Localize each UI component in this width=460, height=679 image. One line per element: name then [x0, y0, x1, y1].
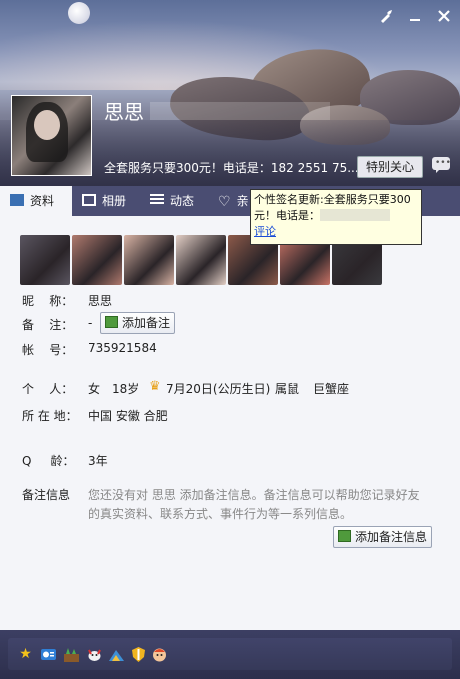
- chat-bubble-icon[interactable]: •••: [430, 154, 452, 176]
- photo-thumbnail[interactable]: [176, 235, 226, 285]
- add-remark-button[interactable]: 添加备注: [100, 312, 176, 334]
- tab-label: 动态: [170, 194, 195, 208]
- special-care-button[interactable]: 特别关心: [357, 156, 423, 178]
- add-note-icon: [105, 316, 118, 328]
- photo-thumbnail[interactable]: [72, 235, 122, 285]
- avatar[interactable]: [11, 95, 92, 176]
- birthday-value: 7月20日(公历生日): [166, 382, 271, 396]
- tab-profile[interactable]: 资料: [0, 186, 72, 216]
- pet-icon[interactable]: [86, 646, 103, 663]
- moon-decoration: [68, 2, 90, 24]
- signature-text[interactable]: 全套服务只要300元！电话是：182 2551 75...: [104, 159, 359, 176]
- game-icon[interactable]: [151, 646, 168, 663]
- zodiac-value: 属鼠: [275, 382, 300, 396]
- photo-album-icon: [82, 194, 96, 206]
- signature-tooltip: 个性签名更新:全套服务只要300 元！电话是： 评论: [250, 189, 422, 245]
- button-label: 添加备注信息: [355, 530, 428, 544]
- photo-thumbnail[interactable]: [124, 235, 174, 285]
- profile-header-background: 思思 全套服务只要300元！电话是：182 2551 75... 特别关心 ••…: [0, 0, 460, 186]
- account-label: 帐 号：: [22, 343, 74, 357]
- crown-icon: ♛: [149, 379, 161, 394]
- tab-album[interactable]: 相册: [72, 186, 140, 216]
- profile-card-icon: [10, 194, 24, 206]
- add-note-icon: [338, 530, 351, 542]
- note-text: 您还没有对 思思 添加备注信息。备注信息可以帮助您记录好友的真实资料、联系方式、…: [88, 488, 420, 521]
- age-value: 18岁: [112, 382, 140, 396]
- remark-value: -: [88, 316, 93, 330]
- brush-icon[interactable]: [377, 8, 395, 26]
- tab-intimacy[interactable]: ♡ 亲: [210, 186, 254, 216]
- qage-label: Q 龄：: [22, 454, 75, 468]
- star-icon[interactable]: ★: [17, 646, 34, 663]
- tooltip-text: 元！电话是：: [254, 209, 320, 222]
- close-icon[interactable]: [435, 8, 453, 26]
- note-label: 备注信息: [22, 488, 71, 502]
- personal-label: 个 人：: [22, 382, 74, 396]
- redacted-area: [320, 209, 390, 221]
- tab-label: 相册: [102, 194, 127, 208]
- comment-link[interactable]: 评论: [254, 225, 276, 238]
- header-nickname: 思思: [104, 100, 144, 124]
- add-note-info-button[interactable]: 添加备注信息: [333, 526, 433, 548]
- nickname-value: 思思: [88, 294, 113, 308]
- minimize-icon[interactable]: [406, 8, 424, 26]
- tooltip-line: 个性签名更新:全套服务只要300: [254, 193, 411, 206]
- location-value: 中国 安徽 合肥: [88, 409, 168, 423]
- ranch-icon[interactable]: [108, 646, 125, 663]
- photo-thumbnail[interactable]: [20, 235, 70, 285]
- button-label: 添加备注: [122, 316, 171, 330]
- feed-list-icon: [150, 194, 164, 206]
- remark-label: 备 注：: [22, 318, 74, 332]
- shield-icon[interactable]: [130, 646, 147, 663]
- gender-value: 女: [88, 382, 101, 396]
- account-value: 735921584: [88, 341, 157, 355]
- qq-mail-icon[interactable]: [40, 646, 57, 663]
- tab-feed[interactable]: 动态: [140, 186, 210, 216]
- tooltip-line: 元！电话是：: [254, 208, 418, 224]
- tab-label: 亲: [236, 194, 249, 208]
- tab-label: 资料: [30, 194, 55, 208]
- farm-icon[interactable]: [63, 646, 80, 663]
- profile-window: 思思 全套服务只要300元！电话是：182 2551 75... 特别关心 ••…: [0, 0, 460, 679]
- heart-icon: ♡: [218, 194, 231, 210]
- constellation-value: 巨蟹座: [313, 382, 350, 396]
- nickname-label: 昵 称：: [22, 294, 74, 308]
- redacted-area: [150, 102, 330, 120]
- qage-value: 3年: [88, 454, 108, 468]
- location-label: 所 在 地：: [22, 409, 78, 423]
- bubble-dots: •••: [435, 158, 451, 168]
- avatar-face: [34, 110, 60, 140]
